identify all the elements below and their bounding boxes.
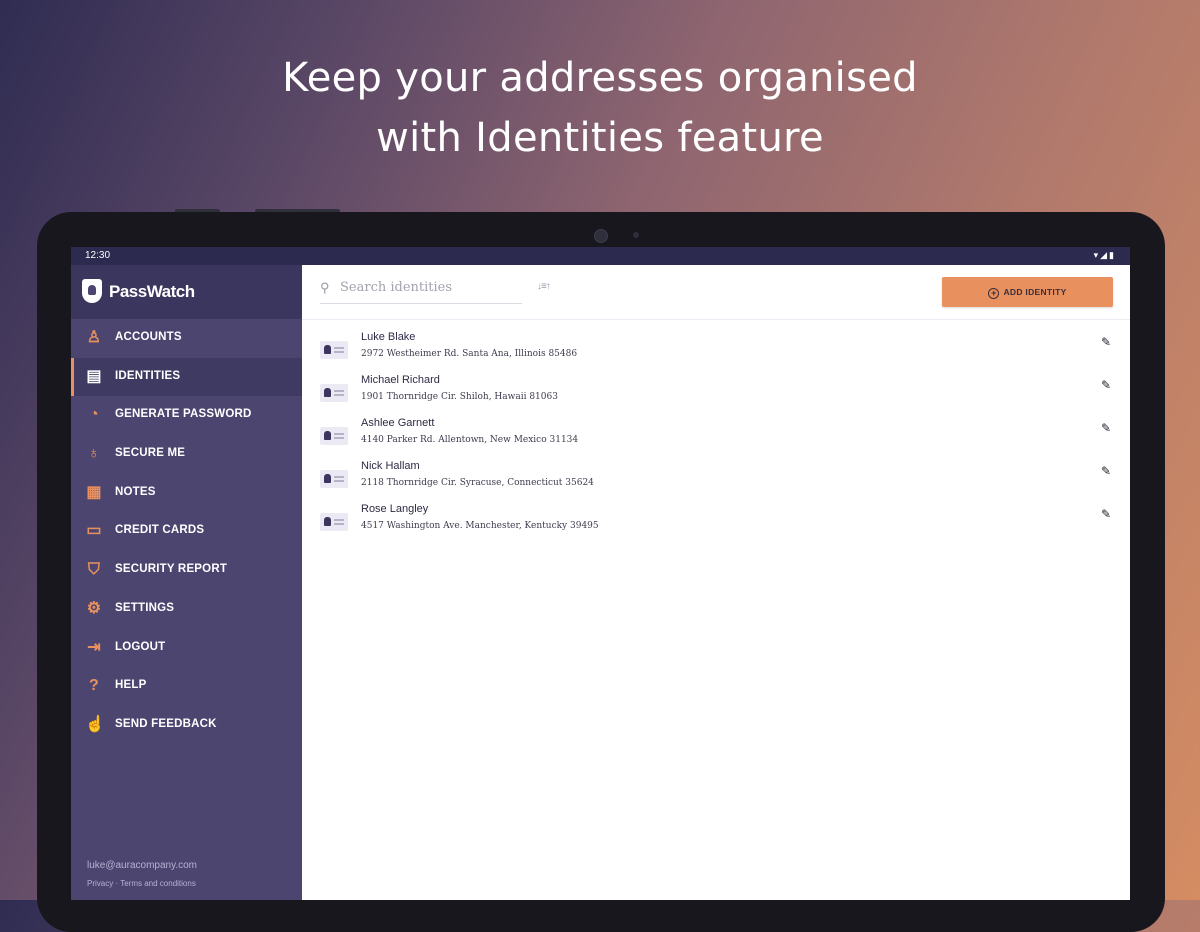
search-box: ⚲ [320,277,522,304]
medal-icon: ♁ [87,445,101,463]
edit-pencil-icon[interactable]: ✎ [1101,507,1111,521]
sidebar-item-label: ACCOUNTS [115,331,182,343]
identity-address: 2118 Thornridge Cir. Syracuse, Connectic… [361,478,594,488]
account-email: luke@auracompany.com [87,860,198,871]
logout-icon: ⇥ [87,638,101,656]
sidebar-item-label: GENERATE PASSWORD [115,408,252,421]
identity-name: Michael Richard [361,374,440,386]
list-item[interactable]: Ashlee Garnett 4140 Parker Rd. Allentown,… [302,417,1130,460]
sidebar-item-label: LOGOUT [115,640,166,653]
gear-icon: ⚙ [86,599,102,617]
sidebar-item-label: SEND FEEDBACK [115,717,217,730]
sidebar-item-label: HELP [115,679,147,692]
sidebar-item-secure-me[interactable]: ♁ SECURE ME [71,435,302,474]
sidebar-item-identities[interactable]: ▤ IDENTITIES [71,357,302,397]
id-card-icon [320,513,348,531]
identities-toolbar: ⚲ ↓≡↑ +ADD IDENTITY [302,265,1130,320]
identity-name: Nick Hallam [361,460,420,472]
sensor-dot [633,232,639,238]
sidebar-item-label: IDENTITIES [115,369,181,382]
sidebar-item-send-feedback[interactable]: ☝ SEND FEEDBACK [71,706,302,745]
identity-name: Ashlee Garnett [361,417,435,429]
shield-check-icon: ⛉ [87,561,101,579]
edit-pencil-icon[interactable]: ✎ [1101,421,1111,435]
sidebar-item-logout[interactable]: ⇥ LOGOUT [71,629,302,668]
sidebar-item-accounts[interactable]: ♙ ACCOUNTS [71,319,302,358]
sidebar-item-label: SECURITY REPORT [115,563,228,576]
identity-address: 1901 Thornridge Cir. Shiloh, Hawaii 8106… [361,392,558,402]
sidebar-item-label: SECURE ME [115,447,186,460]
edit-pencil-icon[interactable]: ✎ [1101,378,1111,392]
signal-icon: ◢ [1100,250,1110,260]
id-card-icon [320,341,348,359]
camera-icon [594,229,608,243]
id-card-icon: ▤ [86,367,102,385]
sidebar-item-label: SETTINGS [115,601,175,614]
promo-headline: Keep your addresses organised with Ident… [0,48,1200,168]
search-input[interactable] [338,279,522,296]
add-identity-button[interactable]: + ADD IDENTITY [942,277,1113,307]
footer-separator: · [115,879,119,888]
id-card-icon [320,427,348,445]
main-content: ⚲ ↓≡↑ +ADD IDENTITY Luke Blake 2972 Westh… [302,265,1130,900]
identity-address: 4140 Parker Rd. Allentown, New Mexico 31… [361,435,579,445]
add-identity-label: ADD IDENTITY [1003,287,1067,297]
user-icon: ♙ [86,329,102,346]
battery-icon: ▮ [1109,250,1116,260]
sidebar-item-settings[interactable]: ⚙ SETTINGS [71,590,302,629]
identity-address: 4517 Washington Ave. Manchester, Kentuck… [361,521,599,531]
help-icon: ? [89,677,99,695]
headline-line-2: with Identities feature [376,115,824,161]
list-item[interactable]: Luke Blake 2972 Westheimer Rd. Santa Ana,… [302,331,1130,374]
status-icons: ▾◢▮ [1094,250,1116,261]
status-bar: 12:30 ▾◢▮ [71,247,1130,265]
status-time: 12:30 [85,250,111,261]
dial-icon: ◔ [89,406,99,424]
sidebar-item-credit-cards[interactable]: ▭ CREDIT CARDS [71,512,302,551]
sidebar-nav: ♙ ACCOUNTS ▤ IDENTITIES ◔ GENERATE PASSWORD ♁ S… [71,319,302,745]
sort-icon[interactable]: ↓≡↑ [537,281,551,292]
footer-links: Privacy · Terms and conditions [87,879,197,888]
id-card-icon [320,384,348,402]
headline-line-1: Keep your addresses organised [282,55,918,101]
credit-card-icon: ▭ [86,522,102,540]
sidebar-footer: luke@auracompany.com Privacy · Terms and… [87,860,197,888]
shield-icon [82,279,102,303]
list-item[interactable]: Rose Langley 4517 Washington Ave. Manches… [302,503,1130,546]
identities-list: Luke Blake 2972 Westheimer Rd. Santa Ana,… [302,331,1130,546]
sidebar-item-label: NOTES [115,485,156,498]
add-circle-icon: + [988,288,1000,299]
sidebar-item-notes[interactable]: ▦ NOTES [71,474,302,513]
app-screen: 12:30 ▾◢▮ PassWatch ♙ ACCOUNTS ▤ IDENTITIES… [71,247,1130,900]
list-item[interactable]: Nick Hallam 2118 Thornridge Cir. Syracuse… [302,460,1130,503]
privacy-link[interactable]: Privacy [87,879,113,888]
brand-name: PassWatch [109,282,195,301]
sidebar: PassWatch ♙ ACCOUNTS ▤ IDENTITIES ◔ GENERATE … [71,265,302,900]
search-icon: ⚲ [320,280,330,295]
terms-link[interactable]: Terms and conditions [120,879,196,888]
notes-icon: ▦ [86,483,102,501]
sidebar-item-label: CREDIT CARDS [115,524,205,537]
edit-pencil-icon[interactable]: ✎ [1101,335,1111,349]
identity-address: 2972 Westheimer Rd. Santa Ana, Illinois … [361,349,578,359]
identity-name: Rose Langley [361,503,429,515]
list-item[interactable]: Michael Richard 1901 Thornridge Cir. Shil… [302,374,1130,417]
brand-header: PassWatch [71,265,302,319]
id-card-icon [320,470,348,488]
sidebar-item-generate-password[interactable]: ◔ GENERATE PASSWORD [71,396,302,435]
sidebar-item-security-report[interactable]: ⛉ SECURITY REPORT [71,551,302,590]
thumbs-up-icon: ☝ [85,715,106,733]
sidebar-item-help[interactable]: ? HELP [71,667,302,706]
identity-name: Luke Blake [361,331,416,343]
edit-pencil-icon[interactable]: ✎ [1101,464,1111,478]
